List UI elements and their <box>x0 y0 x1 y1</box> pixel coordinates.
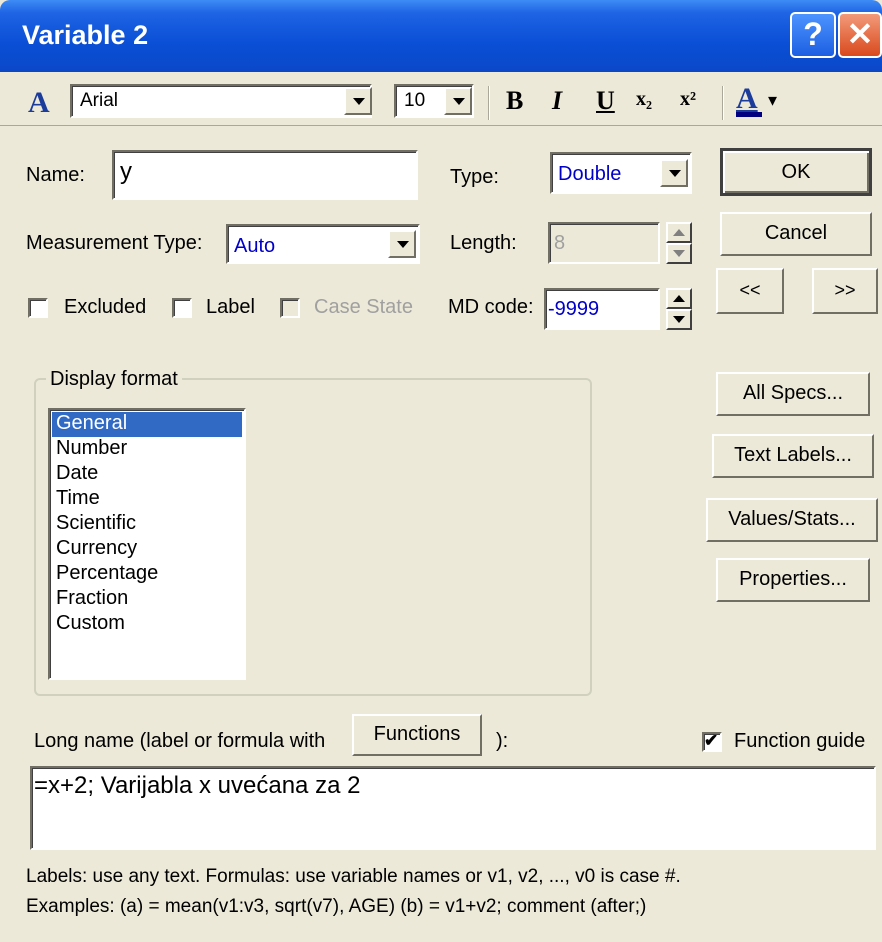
type-label: Type: <box>450 166 499 188</box>
display-format-item[interactable]: Currency <box>52 537 242 562</box>
cancel-button[interactable]: Cancel <box>720 212 872 256</box>
length-label: Length: <box>450 232 517 254</box>
display-format-item[interactable]: Date <box>52 462 242 487</box>
close-button[interactable]: ✕ <box>838 12 882 58</box>
chevron-down-icon[interactable]: ▾ <box>768 90 777 111</box>
font-color-bar <box>736 112 762 117</box>
display-format-items: General Number Date Time Scientific Currency P… <box>52 412 242 637</box>
underline-button[interactable]: U <box>596 86 615 116</box>
label-checkbox-label: Label <box>206 296 255 318</box>
name-input[interactable]: y <box>112 150 418 200</box>
display-format-item[interactable]: General <box>52 412 242 437</box>
font-size-value: 10 <box>404 90 426 111</box>
functions-button[interactable]: Functions <box>352 714 482 756</box>
check-icon: ✔ <box>704 731 719 750</box>
case-state-checkbox <box>280 298 300 318</box>
font-color-icon: A <box>736 82 758 115</box>
display-format-item[interactable]: Time <box>52 487 242 512</box>
length-input: 8 <box>548 222 660 264</box>
chevron-down-icon[interactable] <box>444 87 472 115</box>
help-text-line-2: Examples: (a) = mean(v1:v3, sqrt(v7), AG… <box>26 896 647 917</box>
excluded-checkbox[interactable] <box>28 298 48 318</box>
label-checkbox[interactable] <box>172 298 192 318</box>
spin-up-icon[interactable] <box>666 288 692 309</box>
md-code-label: MD code: <box>448 296 534 318</box>
all-specs-button[interactable]: All Specs... <box>716 372 870 416</box>
spin-down-icon <box>666 243 692 264</box>
long-name-textarea[interactable]: =x+2; Varijabla x uvećana za 2 <box>30 766 876 850</box>
type-value: Double <box>558 163 622 185</box>
italic-button[interactable]: I <box>552 86 562 116</box>
font-name-value: Arial <box>80 90 119 111</box>
type-select[interactable]: Double <box>550 152 692 194</box>
display-format-item[interactable]: Fraction <box>52 587 242 612</box>
toolbar-separator <box>488 86 490 120</box>
properties-button[interactable]: Properties... <box>716 558 870 602</box>
title-bar[interactable]: Variable 2 ? ✕ <box>0 0 882 72</box>
previous-variable-button[interactable]: << <box>716 268 784 314</box>
long-name-label-suffix: ): <box>496 730 509 752</box>
display-format-list[interactable]: General Number Date Time Scientific Currency P… <box>48 408 246 680</box>
md-code-value: -9999 <box>548 298 600 320</box>
superscript-button[interactable]: x² <box>680 88 696 111</box>
display-format-legend: Display format <box>46 368 182 391</box>
long-name-value: =x+2; Varijabla x uvećana za 2 <box>34 772 361 799</box>
display-format-item[interactable]: Percentage <box>52 562 242 587</box>
function-guide-label: Function guide <box>734 730 866 752</box>
display-format-item[interactable]: Custom <box>52 612 242 637</box>
help-button[interactable]: ? <box>790 12 836 58</box>
function-guide-checkbox[interactable]: ✔ <box>702 731 722 752</box>
display-format-item[interactable]: Number <box>52 437 242 462</box>
font-icon: A <box>28 86 50 119</box>
bold-button[interactable]: B <box>506 86 523 116</box>
window-title: Variable 2 <box>22 20 149 50</box>
subscript-button[interactable]: x₂ <box>636 88 652 111</box>
length-value: 8 <box>554 232 566 254</box>
excluded-label: Excluded <box>64 296 147 318</box>
text-labels-button[interactable]: Text Labels... <box>712 434 874 478</box>
toolbar-separator <box>722 86 724 120</box>
values-stats-button[interactable]: Values/Stats... <box>706 498 878 542</box>
measurement-type-select[interactable]: Auto <box>226 224 420 264</box>
help-text-line-1: Labels: use any text. Formulas: use vari… <box>26 866 681 887</box>
measurement-type-label: Measurement Type: <box>26 232 203 254</box>
chevron-down-icon[interactable] <box>660 159 688 187</box>
spin-up-icon <box>666 222 692 243</box>
chevron-down-icon[interactable] <box>344 87 372 115</box>
length-spinner <box>666 222 692 264</box>
long-name-label: Long name (label or formula with <box>34 730 326 752</box>
case-state-label: Case State <box>314 296 413 318</box>
md-code-spinner[interactable] <box>666 288 692 330</box>
font-color-button[interactable]: A ▾ <box>736 82 786 122</box>
next-variable-button[interactable]: >> <box>812 268 878 314</box>
md-code-input[interactable]: -9999 <box>544 288 660 330</box>
name-label: Name: <box>26 164 85 186</box>
font-size-select[interactable]: 10 <box>394 84 474 118</box>
ok-button[interactable]: OK <box>720 148 872 196</box>
display-format-item[interactable]: Scientific <box>52 512 242 537</box>
spin-down-icon[interactable] <box>666 309 692 330</box>
font-name-select[interactable]: Arial <box>70 84 372 118</box>
chevron-down-icon[interactable] <box>388 230 416 258</box>
measurement-type-value: Auto <box>234 235 276 257</box>
name-value: y <box>120 158 132 185</box>
